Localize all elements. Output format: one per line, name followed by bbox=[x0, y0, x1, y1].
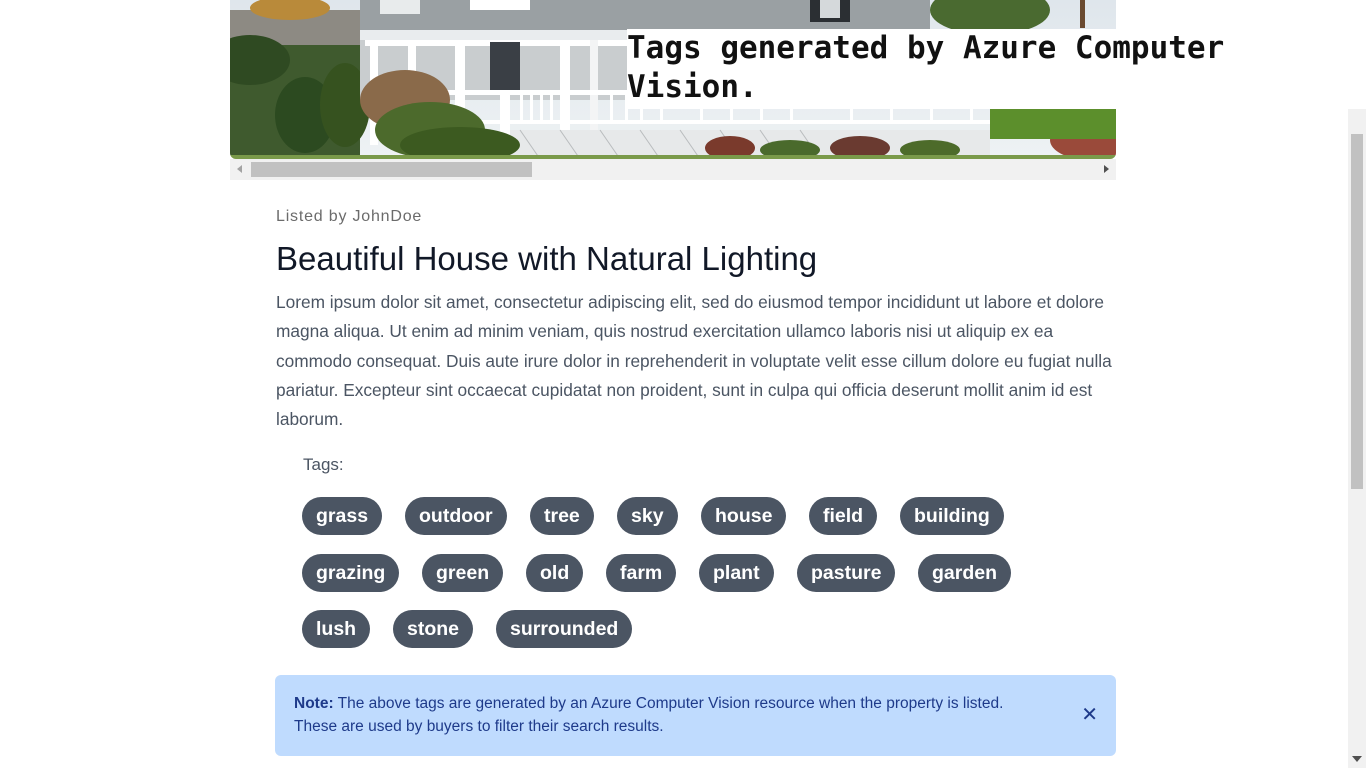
tag-chip[interactable]: stone bbox=[393, 610, 474, 648]
note-text: The above tags are generated by an Azure… bbox=[294, 695, 1004, 735]
scroll-down-icon[interactable] bbox=[1352, 756, 1362, 762]
note-label: Note: bbox=[294, 695, 334, 712]
scroll-right-icon[interactable] bbox=[1104, 165, 1109, 173]
tags-label: Tags: bbox=[303, 455, 344, 474]
tag-chip[interactable]: pasture bbox=[797, 554, 896, 592]
image-caption: Tags generated by Azure Computer Vision. bbox=[627, 29, 1366, 109]
tag-chip[interactable]: plant bbox=[699, 554, 774, 592]
vertical-scroll-thumb[interactable] bbox=[1351, 134, 1363, 489]
tag-chip[interactable]: sky bbox=[617, 497, 678, 535]
listed-by: Listed by JohnDoe bbox=[276, 208, 423, 225]
horizontal-scrollbar[interactable] bbox=[230, 159, 1116, 180]
close-icon[interactable]: ✕ bbox=[1081, 704, 1098, 726]
tag-chip[interactable]: farm bbox=[606, 554, 677, 592]
tag-chip[interactable]: house bbox=[701, 497, 787, 535]
tag-chip[interactable]: field bbox=[809, 497, 878, 535]
tag-chip[interactable]: outdoor bbox=[405, 497, 507, 535]
vertical-scrollbar[interactable] bbox=[1348, 109, 1366, 768]
tag-chip[interactable]: tree bbox=[530, 497, 594, 535]
tag-chip[interactable]: building bbox=[900, 497, 1004, 535]
tag-chip[interactable]: surrounded bbox=[496, 610, 633, 648]
tag-chip[interactable]: green bbox=[422, 554, 504, 592]
tag-chip[interactable]: lush bbox=[302, 610, 371, 648]
tag-chip[interactable]: grass bbox=[302, 497, 383, 535]
listing-title: Beautiful House with Natural Lighting bbox=[276, 240, 818, 277]
tag-chip[interactable]: garden bbox=[918, 554, 1012, 592]
horizontal-scroll-thumb[interactable] bbox=[251, 162, 532, 177]
tag-chip[interactable]: old bbox=[526, 554, 584, 592]
scroll-left-icon[interactable] bbox=[237, 165, 242, 173]
tag-chip[interactable]: grazing bbox=[302, 554, 400, 592]
info-note: Note: The above tags are generated by an… bbox=[275, 675, 1116, 756]
listing-description: Lorem ipsum dolor sit amet, consectetur … bbox=[276, 292, 1112, 430]
